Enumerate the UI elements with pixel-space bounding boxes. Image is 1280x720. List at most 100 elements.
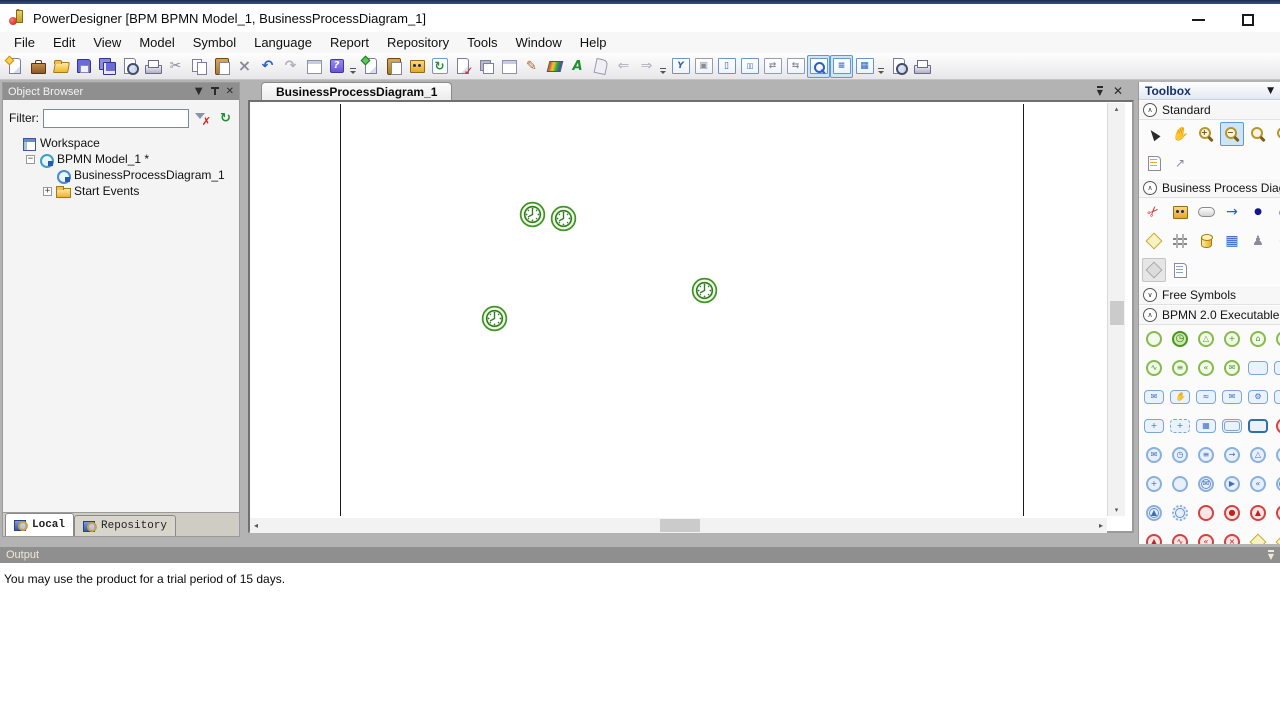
minimize-button[interactable]	[1182, 10, 1214, 30]
menu-view[interactable]: View	[84, 32, 130, 53]
view-traceability-button[interactable]: ⇆	[784, 55, 807, 78]
escalation-end-event[interactable]: ▲	[1142, 530, 1166, 544]
boundary-event[interactable]	[1168, 501, 1192, 525]
menu-repository[interactable]: Repository	[378, 32, 458, 53]
synchronization-tool[interactable]	[1168, 229, 1192, 253]
print-preview-button[interactable]	[118, 55, 141, 78]
tree-expander[interactable]: −	[26, 155, 35, 164]
new-model-button[interactable]	[359, 55, 382, 78]
print-button[interactable]	[141, 55, 164, 78]
section-chevron-icon[interactable]: ∧	[1143, 103, 1157, 117]
vertical-scrollbar[interactable]: ▴ ▾	[1107, 103, 1125, 516]
tab-businessprocessdiagram-1[interactable]: BusinessProcessDiagram_1	[261, 82, 452, 100]
file-tool[interactable]	[1168, 258, 1192, 282]
menu-report[interactable]: Report	[321, 32, 378, 53]
link-tool[interactable]: ↗	[1168, 151, 1192, 175]
flip-button[interactable]	[589, 55, 612, 78]
menu-file[interactable]: File	[5, 32, 44, 53]
timer-start-event-4[interactable]	[481, 305, 508, 332]
intermediate-link-event[interactable]: →	[1220, 443, 1244, 467]
intermediate-timer-event[interactable]: ◷	[1168, 443, 1192, 467]
decision-tool[interactable]	[1142, 229, 1166, 253]
format-pen-button[interactable]: ✎	[520, 55, 543, 78]
zoom-default-tool[interactable]	[1246, 122, 1270, 146]
tree-item-bpmn-model-1[interactable]: −BPMN Model_1 *	[7, 151, 235, 167]
tab-local[interactable]: Local	[5, 513, 74, 536]
grabber-tool[interactable]: ✋	[1168, 122, 1192, 146]
terminate-event[interactable]: ●	[1220, 501, 1244, 525]
timer-start-event-2[interactable]	[550, 205, 577, 232]
transaction[interactable]	[1220, 414, 1244, 438]
delete-tool[interactable]: ✂	[1142, 200, 1166, 224]
menu-window[interactable]: Window	[506, 32, 570, 53]
undo-button[interactable]: ↶	[256, 55, 279, 78]
clear-filter-button[interactable]: ✗	[193, 109, 212, 127]
zoom-page-tool[interactable]	[1272, 122, 1280, 146]
intermediate-message-event[interactable]: ✉	[1142, 443, 1166, 467]
close-tab-button[interactable]: ✕	[1113, 85, 1123, 97]
find-objects-button[interactable]	[405, 55, 428, 78]
pointer-tool[interactable]	[1142, 122, 1166, 146]
toolbox-menu-button[interactable]: ▼	[1267, 86, 1274, 96]
scroll-left-button[interactable]: ◂	[254, 521, 258, 530]
close-panel-button[interactable]: ✕	[226, 87, 234, 97]
view-frame-button[interactable]: ▣	[692, 55, 715, 78]
grid-tool[interactable]: ▦	[1220, 229, 1244, 253]
intermediate-rule-event[interactable]: ≡	[1194, 443, 1218, 467]
event-subprocess[interactable]: +	[1168, 414, 1192, 438]
error-end-event-2[interactable]: ∿	[1168, 530, 1192, 544]
cut-button[interactable]: ✂	[164, 55, 187, 78]
end-tool[interactable]: ◎	[1272, 200, 1280, 224]
zoom-area-button[interactable]	[807, 55, 830, 78]
delete-button[interactable]: ×	[233, 55, 256, 78]
section-chevron-icon[interactable]: ∧	[1143, 308, 1157, 322]
scroll-down-button[interactable]: ▾	[1108, 506, 1125, 514]
call-activity[interactable]: ▦	[1194, 414, 1218, 438]
paste-button[interactable]	[210, 55, 233, 78]
send-task[interactable]: ✉	[1142, 385, 1166, 409]
open-button[interactable]	[49, 55, 72, 78]
toolbox-section-free-symbols[interactable]: ∨Free Symbols	[1139, 285, 1280, 305]
font-button[interactable]: A	[566, 55, 589, 78]
message-end-event[interactable]: ✉	[1272, 414, 1280, 438]
output-menu-button[interactable]: ▼	[1268, 550, 1274, 560]
help-button[interactable]: ?	[325, 55, 348, 78]
vertical-scroll-thumb[interactable]	[1110, 301, 1124, 325]
start-event[interactable]	[1142, 327, 1166, 351]
throw-link-event[interactable]: ▶	[1220, 472, 1244, 496]
menu-language[interactable]: Language	[245, 32, 321, 53]
data-tool[interactable]	[1194, 229, 1218, 253]
show-notes-button[interactable]: ≡	[830, 55, 853, 78]
print-button-2[interactable]	[910, 55, 933, 78]
check-model-button[interactable]: ✓	[451, 55, 474, 78]
multiple-start-event[interactable]: ⌂	[1246, 327, 1270, 351]
redo-button[interactable]: ↷	[279, 55, 302, 78]
menu-tools[interactable]: Tools	[458, 32, 506, 53]
menu-model[interactable]: Model	[130, 32, 183, 53]
zoom-out-tool[interactable]: −	[1220, 122, 1244, 146]
properties-button[interactable]	[302, 55, 325, 78]
subprocess[interactable]: +	[1142, 414, 1166, 438]
tree-item-businessprocessdiagram-1[interactable]: BusinessProcessDiagram_1	[7, 167, 235, 183]
business-rule-task[interactable]: ▤	[1272, 356, 1280, 380]
start-tool[interactable]: ●	[1246, 200, 1270, 224]
show-grid-button[interactable]: ▦	[853, 55, 876, 78]
rule-start-event[interactable]: ≡	[1168, 356, 1192, 380]
tree-item-start-events[interactable]: +Start Events	[7, 183, 235, 199]
pin-panel-button[interactable]	[210, 86, 219, 97]
throw-message-event[interactable]: ✉	[1194, 472, 1218, 496]
new-button[interactable]	[3, 55, 26, 78]
resource-tool[interactable]: ♟	[1246, 229, 1270, 253]
flow-tool[interactable]: →	[1220, 200, 1244, 224]
fill-color-button[interactable]	[543, 55, 566, 78]
parallel-gateway[interactable]: +	[1272, 530, 1280, 544]
user-task[interactable]: ☻	[1272, 385, 1280, 409]
script-task[interactable]: ≈	[1194, 385, 1218, 409]
toolbox-section-standard[interactable]: ∧Standard	[1139, 100, 1280, 120]
menu-edit[interactable]: Edit	[44, 32, 84, 53]
zoom-in-tool[interactable]: +	[1194, 122, 1218, 146]
throw-signal-event[interactable]: ▲	[1142, 501, 1166, 525]
receive-task[interactable]: ✉	[1220, 385, 1244, 409]
section-chevron-icon[interactable]: ∧	[1143, 181, 1157, 195]
end-event[interactable]	[1194, 501, 1218, 525]
